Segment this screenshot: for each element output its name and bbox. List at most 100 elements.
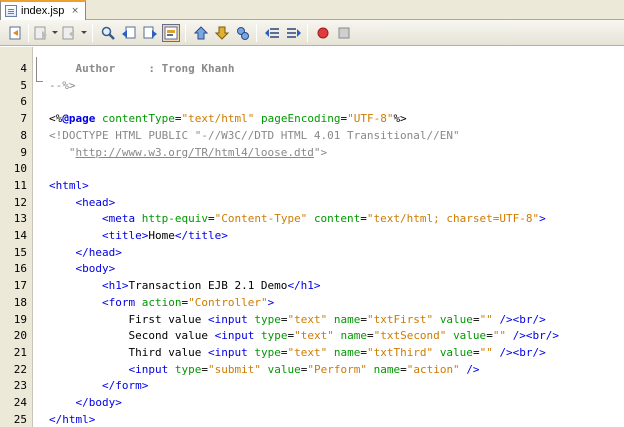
toggle-highlight-search-button[interactable] <box>162 24 180 42</box>
code-line[interactable]: 12 <head> <box>0 195 624 212</box>
line-number: 10 <box>13 162 27 176</box>
code-token: "Content-Type" <box>214 212 308 226</box>
line-number: 17 <box>13 279 27 293</box>
code-line[interactable]: 9 "http://www.w3.org/TR/html4/loose.dtd"… <box>0 145 624 162</box>
line-number: 24 <box>13 396 27 409</box>
code-token: <!DOCTYPE HTML PUBLIC "-//W3C//DTD HTML … <box>49 128 460 142</box>
tab-index-jsp[interactable]: index.jsp × <box>0 0 86 20</box>
code-editor[interactable]: 4 Author : Trong Khanh 5 --%> 6 7 <%@page con… <box>0 47 624 427</box>
shift-line-right-button[interactable] <box>285 24 303 42</box>
line-number: 19 <box>13 312 27 326</box>
code-token: <title> <box>101 229 149 242</box>
code-line[interactable]: 23 </form> <box>0 378 624 395</box>
line-number: 18 <box>13 295 27 309</box>
code-line[interactable]: 20 Second value <input type="text" name=… <box>0 328 624 345</box>
code-token: --%> <box>49 78 76 92</box>
close-tab-icon[interactable]: × <box>71 6 79 16</box>
code-text: <!DOCTYPE HTML PUBLIC "-//W3C//DTD HTML … <box>49 128 460 145</box>
history-back-button[interactable] <box>32 24 50 42</box>
code-line[interactable]: 17 <h1>Transaction EJB 2.1 Demo</h1> <box>0 278 624 295</box>
code-token: "text" <box>287 345 328 359</box>
code-line[interactable]: 4 Author : Trong Khanh <box>0 61 624 78</box>
find-previous-button[interactable] <box>120 24 138 42</box>
find-previous-icon <box>122 26 136 39</box>
code-line[interactable]: 15 </head> <box>0 245 624 262</box>
code-token: Transaction EJB 2.1 Demo <box>128 279 288 293</box>
shift-right-icon <box>287 28 301 38</box>
code-token: <html> <box>49 178 89 192</box>
code-line[interactable]: 7 <%@page contentType="text/html" pageEnc… <box>0 111 624 128</box>
code-text: Second value <input type="text" name="tx… <box>49 328 559 345</box>
code-token: <meta <box>101 212 136 226</box>
code-line[interactable]: 5 --%> <box>0 78 624 95</box>
find-next-button[interactable] <box>141 24 159 42</box>
code-token: %> <box>393 112 407 126</box>
code-line[interactable]: 18 <form action="Controller"> <box>0 295 624 312</box>
code-line[interactable]: 11 <html> <box>0 178 624 195</box>
code-token: /> <box>466 362 480 376</box>
code-token: action <box>141 295 182 309</box>
shift-line-left-button[interactable] <box>263 24 281 42</box>
stop-macro-recording-button[interactable] <box>335 24 353 42</box>
code-line[interactable]: 16 <body> <box>0 261 624 278</box>
history-forward-button[interactable] <box>60 24 78 42</box>
start-macro-recording-button[interactable] <box>314 24 332 42</box>
forward-history-icon <box>62 26 74 40</box>
code-token: </body> <box>75 396 122 409</box>
code-text: <input type="submit" value="Perform" nam… <box>49 362 480 379</box>
code-text: <html> <box>49 178 89 195</box>
line-number: 11 <box>13 178 27 192</box>
code-line[interactable]: 10 <box>0 161 624 178</box>
line-number: 25 <box>13 412 27 426</box>
code-text: <meta http-equiv="Content-Type" content=… <box>49 211 546 228</box>
code-line[interactable]: 14 <title>Home</title> <box>0 228 624 245</box>
toggle-bookmark-button[interactable] <box>192 24 210 42</box>
code-token: "txtSecond" <box>373 329 447 343</box>
line-number: 7 <box>20 112 27 126</box>
stop-macro-icon <box>338 27 350 39</box>
code-line[interactable]: 21 Third value <input type="text" name="… <box>0 345 624 362</box>
code-token: name <box>333 312 361 326</box>
code-line[interactable]: 19 First value <input type="text" name="… <box>0 312 624 329</box>
shift-left-icon <box>265 28 279 38</box>
code-line[interactable]: 22 <input type="submit" value="Perform" … <box>0 362 624 379</box>
code-line[interactable]: 13 <meta http-equiv="Content-Type" conte… <box>0 211 624 228</box>
code-token: = <box>366 329 374 343</box>
code-token: <input <box>214 329 255 343</box>
code-token: First value <box>49 312 208 326</box>
code-token: <form <box>101 295 136 309</box>
code-line[interactable]: 6 <box>0 94 624 111</box>
code-line[interactable]: 25 </html> <box>0 412 624 427</box>
previous-bookmark-button[interactable] <box>213 24 231 42</box>
toggle-highlight-icon <box>164 26 178 40</box>
line-number: 22 <box>13 362 27 376</box>
code-token: = <box>472 312 480 326</box>
code-token: "text" <box>294 329 334 343</box>
code-token: </h1> <box>287 279 321 293</box>
code-token: contentType <box>102 112 175 126</box>
find-button[interactable] <box>99 24 117 42</box>
code-token: Third value <box>49 345 208 359</box>
line-number: 15 <box>13 245 27 259</box>
back-to-last-edit-button[interactable] <box>6 24 24 42</box>
next-bookmark-button[interactable] <box>234 24 252 42</box>
previous-bookmark-icon <box>214 26 230 40</box>
code-token: pageEncoding <box>260 112 341 126</box>
line-number: 9 <box>20 145 27 159</box>
code-token: = <box>360 312 367 326</box>
code-token: @page <box>62 112 96 126</box>
code-line[interactable]: 8 <!DOCTYPE HTML PUBLIC "-//W3C//DTD HTML… <box>0 128 624 145</box>
code-line[interactable]: 24 </body> <box>0 395 624 412</box>
